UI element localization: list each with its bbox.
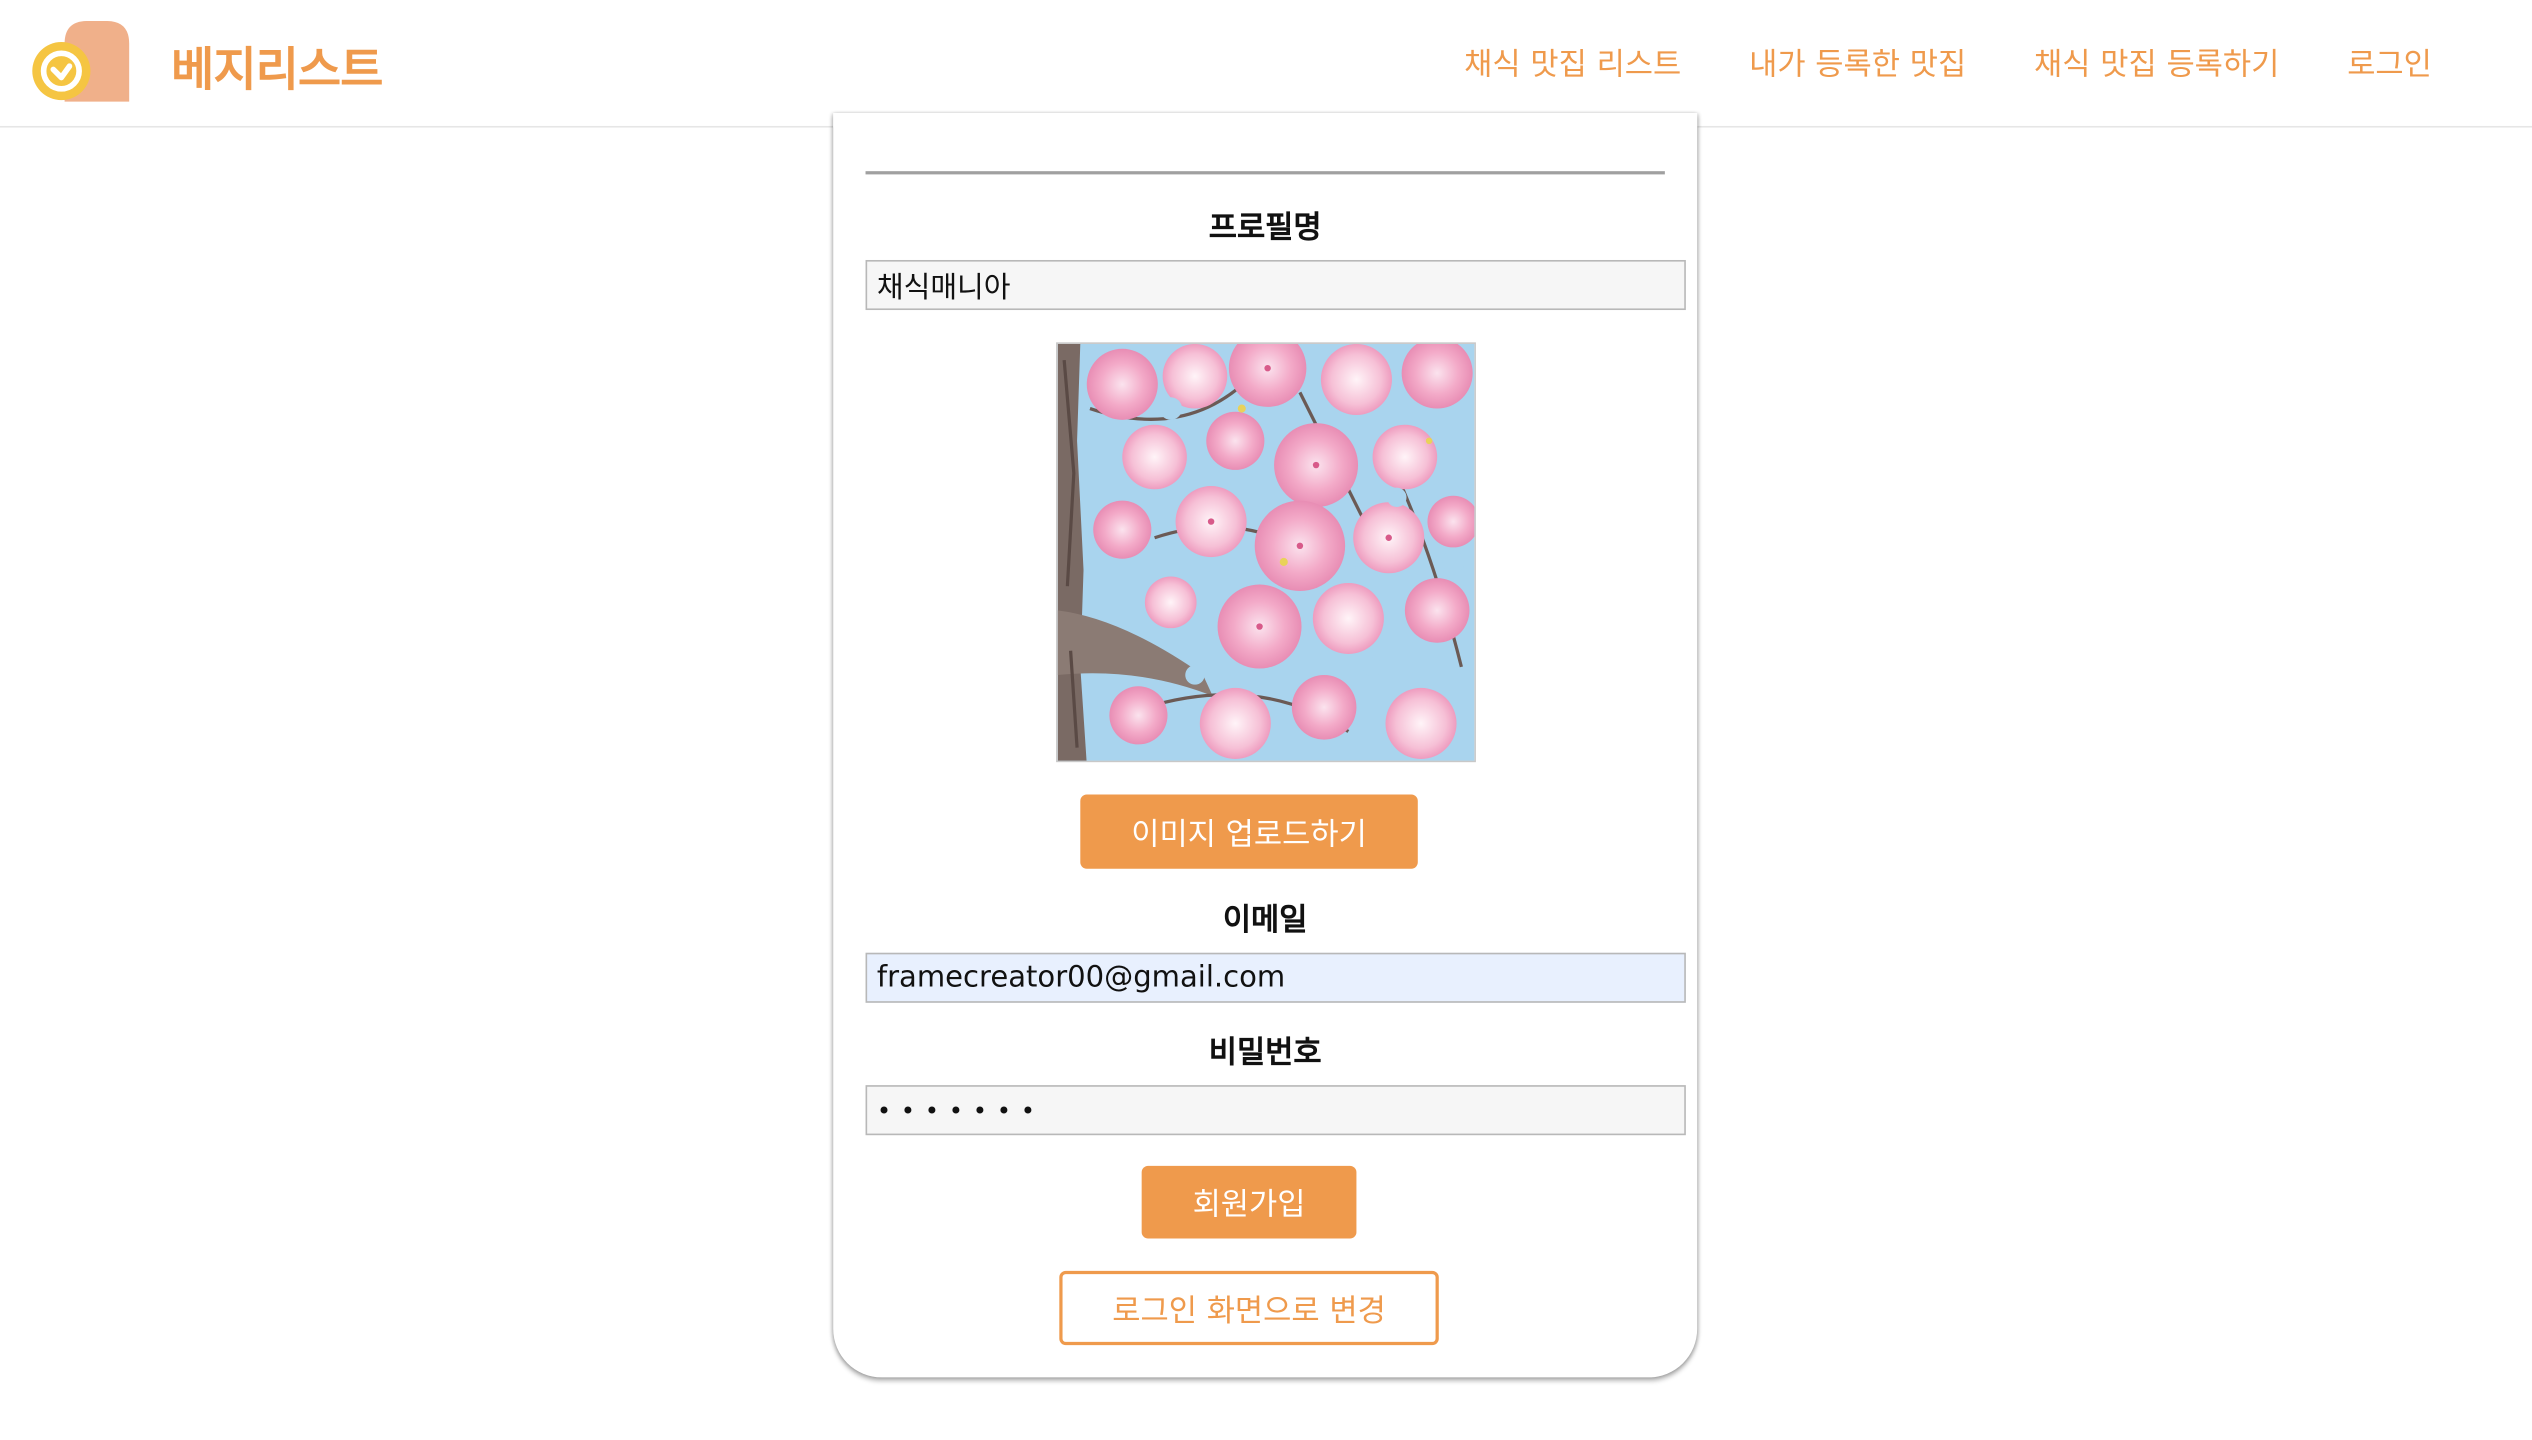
nav-my-restaurants[interactable]: 내가 등록한 맛집 bbox=[1749, 40, 1966, 84]
card-top-edge bbox=[833, 113, 1698, 128]
signup-button[interactable]: 회원가입 bbox=[1141, 1165, 1357, 1239]
cherry-blossom-photo bbox=[1056, 342, 1476, 763]
upload-image-button[interactable]: 이미지 업로드하기 bbox=[1080, 794, 1418, 869]
signup-card: 프로필명 채식매니아 이미지 업로드하기 이메일 framecreator00@… bbox=[833, 113, 1698, 1378]
profile-name-input[interactable] bbox=[865, 259, 1686, 311]
profile-name-label: 프로필명 bbox=[1208, 209, 1322, 246]
nav-register-restaurant[interactable]: 채식 맛집 등록하기 bbox=[2034, 40, 2279, 84]
nav-login[interactable]: 로그인 bbox=[2347, 40, 2432, 84]
email-label: 이메일 bbox=[1222, 902, 1308, 939]
section-divider bbox=[865, 171, 1665, 175]
password-input[interactable] bbox=[865, 1085, 1686, 1136]
check-badge-icon[interactable] bbox=[29, 20, 132, 102]
top-nav: 채식 맛집 리스트 내가 등록한 맛집 채식 맛집 등록하기 로그인 bbox=[1464, 40, 2432, 84]
nav-vegan-restaurant-list[interactable]: 채식 맛집 리스트 bbox=[1464, 40, 1681, 84]
top-header: 베지리스트 채식 맛집 리스트 내가 등록한 맛집 채식 맛집 등록하기 로그인 bbox=[0, 0, 2532, 128]
password-label: 비밀번호 bbox=[1208, 1035, 1322, 1071]
email-input[interactable] bbox=[865, 952, 1686, 1003]
switch-to-login-button[interactable]: 로그인 화면으로 변경 bbox=[1059, 1270, 1439, 1346]
brand-name[interactable]: 베지리스트 bbox=[171, 32, 383, 100]
